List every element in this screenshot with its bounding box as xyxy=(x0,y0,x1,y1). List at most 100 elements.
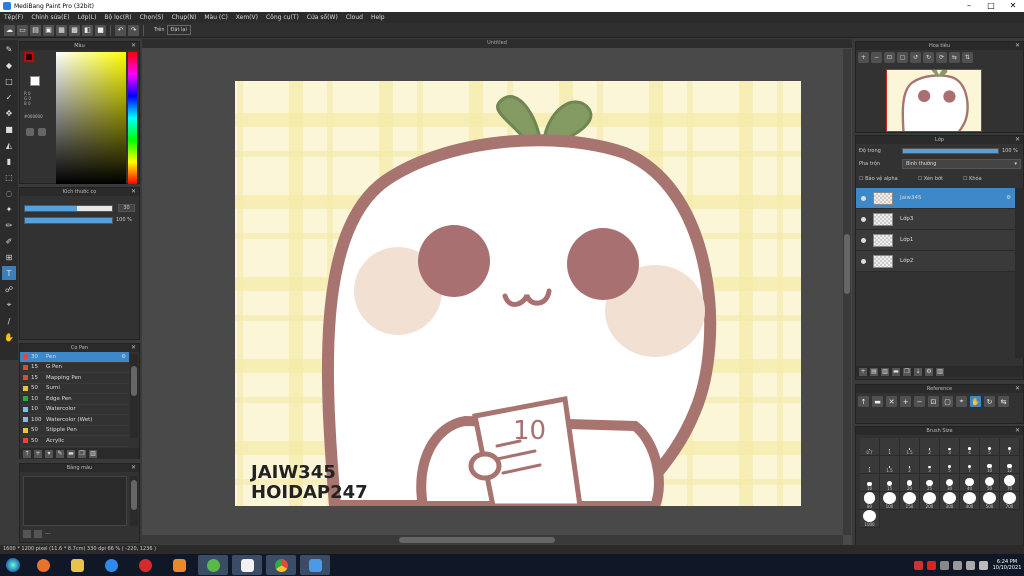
gradient-tool-icon[interactable]: ▮ xyxy=(2,154,16,168)
divide-tool-icon[interactable]: ⊞ xyxy=(2,250,16,264)
eye-icon[interactable] xyxy=(861,216,866,222)
reset-rotation-icon[interactable]: ⟳ xyxy=(936,52,947,63)
select-tool-icon[interactable]: ⬚ xyxy=(2,170,16,184)
layer-row[interactable]: Lớp1 xyxy=(856,230,1015,251)
tray-network-icon[interactable] xyxy=(940,560,949,570)
tray-wifi-icon[interactable] xyxy=(979,560,988,570)
panel-close-icon[interactable]: ✕ xyxy=(131,344,136,352)
brush-size-preset[interactable]: 2 xyxy=(900,456,920,474)
pen-item[interactable]: 50 Stipple Pen xyxy=(20,426,129,436)
pen-tool-icon[interactable]: / xyxy=(2,314,16,328)
pen-item[interactable]: 50 Acrylic xyxy=(20,436,129,447)
menu-item-10[interactable]: Cloud xyxy=(342,14,367,21)
panel-close-icon[interactable]: ✕ xyxy=(1015,136,1020,144)
brush-size-preset[interactable]: 7 xyxy=(960,456,980,474)
medibang-taskbar-icon[interactable] xyxy=(198,555,228,575)
brush-size-value[interactable]: 30 xyxy=(118,204,135,212)
add-pen-icon[interactable]: ▾ xyxy=(45,449,53,458)
operation-tool-icon[interactable]: ☍ xyxy=(2,282,16,296)
folder-icon[interactable]: ▬ xyxy=(872,396,883,407)
brush-size-preset[interactable]: 100 xyxy=(880,492,900,510)
rotate-right-icon[interactable]: ↻ xyxy=(923,52,934,63)
tray-app-icon[interactable] xyxy=(914,560,923,570)
copy-icon[interactable]: ❐ xyxy=(78,449,86,458)
pen-item[interactable]: 100 Watercolor (Wet) xyxy=(20,415,129,426)
folder-icon[interactable]: ▬ xyxy=(67,449,75,458)
zalo-taskbar-icon[interactable] xyxy=(232,555,262,575)
dot-tool-icon[interactable]: □ xyxy=(2,74,16,88)
fit-icon[interactable]: ⊡ xyxy=(884,52,895,63)
square-icon[interactable]: ■ xyxy=(95,24,106,36)
move-tool-icon[interactable]: ✥ xyxy=(2,106,16,120)
menu-item-1[interactable]: Chỉnh sửa(E) xyxy=(27,14,73,21)
navigator-thumbnail[interactable] xyxy=(886,69,982,132)
brush-size-preset[interactable]: 1 xyxy=(880,438,900,456)
cloud-icon[interactable]: ☁ xyxy=(4,24,15,36)
rotate-left-icon[interactable]: ↺ xyxy=(910,52,921,63)
fit-icon[interactable]: ⊡ xyxy=(928,396,939,407)
gear-icon[interactable]: ⚙ xyxy=(121,354,126,360)
alpha-protect-checkbox[interactable]: ☐ Bảo vệ alpha xyxy=(859,176,898,182)
perspective-icon[interactable]: ◧ xyxy=(82,24,93,36)
saturation-value-picker[interactable] xyxy=(56,52,126,184)
color-wheel-icon[interactable] xyxy=(26,128,34,136)
explorer-taskbar-icon[interactable] xyxy=(62,555,92,575)
brush-size-preset[interactable]: 1 xyxy=(860,456,880,474)
eye-icon[interactable] xyxy=(861,195,866,201)
check-tool-icon[interactable]: ✓ xyxy=(2,90,16,104)
menu-item-0[interactable]: Tệp(F) xyxy=(0,14,27,21)
folder-icon[interactable]: ▬ xyxy=(892,367,900,376)
bucket-tool-icon[interactable]: ◭ xyxy=(2,138,16,152)
media-taskbar-icon[interactable] xyxy=(164,555,194,575)
background-color-swatch[interactable] xyxy=(30,76,40,86)
layer-row[interactable]: Jaiw345 ⚙ xyxy=(856,188,1015,209)
flip-v-icon[interactable]: ⇅ xyxy=(962,52,973,63)
actual-size-icon[interactable]: ▢ xyxy=(897,52,908,63)
magic-wand-icon[interactable]: ✦ xyxy=(2,202,16,216)
panel-close-icon[interactable]: ✕ xyxy=(131,42,136,50)
opera-taskbar-icon[interactable] xyxy=(130,555,160,575)
maximize-button[interactable]: □ xyxy=(980,0,1002,12)
trash-icon[interactable]: ▥ xyxy=(936,367,944,376)
layer-settings-icon[interactable]: ⚙ xyxy=(925,367,933,376)
redo-icon[interactable]: ↷ xyxy=(128,24,139,36)
pen-scrollbar[interactable] xyxy=(131,366,137,396)
add-color-icon[interactable] xyxy=(23,530,31,538)
layer-row[interactable]: Lớp3 xyxy=(856,209,1015,230)
chrome-taskbar-icon[interactable] xyxy=(266,555,296,575)
reset-button[interactable]: Đặt lại xyxy=(166,25,191,35)
brush-size-slider[interactable] xyxy=(24,205,113,212)
snap-icon[interactable]: ▩ xyxy=(69,24,80,36)
brush-size-preset[interactable]: 40 xyxy=(960,474,980,492)
computer-taskbar-icon[interactable] xyxy=(300,555,330,575)
brush-tool-icon[interactable]: ✎ xyxy=(2,42,16,56)
zoom-out-icon[interactable]: − xyxy=(914,396,925,407)
palette-icon[interactable] xyxy=(38,128,46,136)
brush-size-preset[interactable]: 10 xyxy=(860,474,880,492)
hand-icon[interactable]: ✋ xyxy=(970,396,981,407)
panel-close-icon[interactable]: ✕ xyxy=(131,188,136,196)
brush-opacity-slider[interactable] xyxy=(24,217,113,224)
zoom-out-icon[interactable]: − xyxy=(871,52,882,63)
delete-color-icon[interactable] xyxy=(34,530,42,538)
save-icon[interactable]: ▣ xyxy=(43,24,54,36)
menu-item-6[interactable]: Màu (C) xyxy=(200,14,231,21)
rotate-icon[interactable]: ↻ xyxy=(984,396,995,407)
menu-item-4[interactable]: Chọn(S) xyxy=(136,14,168,21)
brush-size-preset[interactable]: 2 xyxy=(920,438,940,456)
minimize-button[interactable]: – xyxy=(958,0,980,12)
actual-size-icon[interactable]: ▢ xyxy=(942,396,953,407)
lock-checkbox[interactable]: ☐ Khóa xyxy=(963,176,982,182)
menu-item-7[interactable]: Xem(V) xyxy=(232,14,262,21)
menu-item-3[interactable]: Bộ lọc(R) xyxy=(100,14,135,21)
flip-icon[interactable]: ⇆ xyxy=(998,396,1009,407)
brush-size-preset[interactable]: 12 xyxy=(1000,456,1020,474)
copy-layer-icon[interactable]: ❐ xyxy=(903,367,911,376)
zoom-in-icon[interactable]: + xyxy=(900,396,911,407)
clipping-checkbox[interactable]: ☐ Xén bớt xyxy=(918,176,943,182)
lasso-tool-icon[interactable]: ◌ xyxy=(2,186,16,200)
brush-size-preset[interactable]: 15 xyxy=(880,474,900,492)
eraser-tool-icon[interactable]: ◆ xyxy=(2,58,16,72)
close-reference-icon[interactable]: ✕ xyxy=(886,396,897,407)
layer-opacity-slider[interactable] xyxy=(902,148,999,154)
